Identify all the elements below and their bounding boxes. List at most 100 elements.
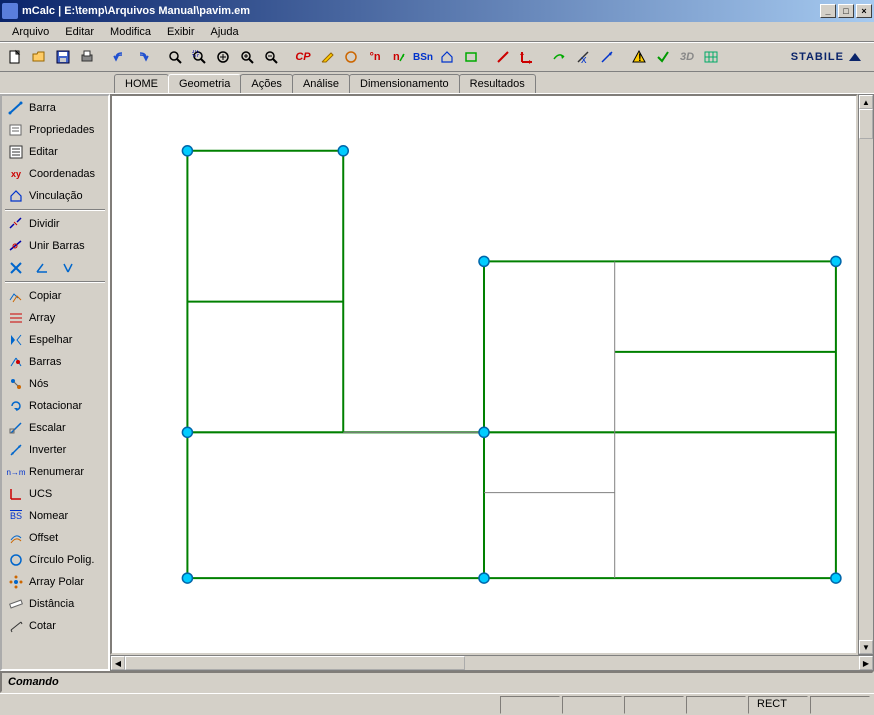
zoom-out-icon[interactable] bbox=[260, 46, 282, 68]
renumber-icon: n→m bbox=[8, 464, 24, 480]
polar-array-icon bbox=[8, 574, 24, 590]
nodes-icon bbox=[8, 376, 24, 392]
label-icon: BS bbox=[8, 508, 24, 524]
save-icon[interactable] bbox=[52, 46, 74, 68]
new-file-icon[interactable] bbox=[4, 46, 26, 68]
sidebar-item-circulo-polig[interactable]: Círculo Polig. bbox=[3, 549, 107, 571]
zoom-extents-icon[interactable] bbox=[188, 46, 210, 68]
scroll-thumb[interactable] bbox=[125, 656, 465, 670]
sidebar-item-renumerar[interactable]: n→mRenumerar bbox=[3, 461, 107, 483]
sidebar-item-cotar[interactable]: Cotar bbox=[3, 615, 107, 637]
measure-icon[interactable]: x bbox=[572, 46, 594, 68]
join-icon bbox=[8, 238, 24, 254]
status-pane bbox=[624, 696, 684, 714]
3d-icon[interactable]: 3D bbox=[676, 46, 698, 68]
menu-ajuda[interactable]: Ajuda bbox=[203, 24, 247, 40]
scroll-down-icon[interactable]: ▼ bbox=[859, 640, 873, 654]
rotate-icon bbox=[8, 398, 24, 414]
tab-geometria[interactable]: Geometria bbox=[168, 74, 241, 93]
arrow-green-icon[interactable] bbox=[548, 46, 570, 68]
sidebar-item-barra[interactable]: Barra bbox=[3, 97, 107, 119]
menu-arquivo[interactable]: Arquivo bbox=[4, 24, 57, 40]
sidebar-item-espelhar[interactable]: Espelhar bbox=[3, 329, 107, 351]
sidebar-item-unir-barras[interactable]: Unir Barras bbox=[3, 235, 107, 257]
tab-dimensionamento[interactable]: Dimensionamento bbox=[349, 74, 460, 93]
sidebar-item-vinculacao[interactable]: Vinculação bbox=[3, 185, 107, 207]
sidebar-item-coordenadas[interactable]: xyCoordenadas bbox=[3, 163, 107, 185]
status-rect[interactable]: RECT bbox=[748, 696, 808, 714]
sidebar-item-nomear[interactable]: BSNomear bbox=[3, 505, 107, 527]
properties-icon bbox=[8, 122, 24, 138]
house-icon[interactable] bbox=[436, 46, 458, 68]
x-tool-icon[interactable] bbox=[7, 259, 25, 277]
warning-icon[interactable]: ! bbox=[628, 46, 650, 68]
v-tool-icon[interactable] bbox=[59, 259, 77, 277]
sidebar-separator bbox=[5, 281, 105, 283]
zoom-window-icon[interactable] bbox=[164, 46, 186, 68]
sidebar-item-editar[interactable]: Editar bbox=[3, 141, 107, 163]
array-icon bbox=[8, 310, 24, 326]
sidebar-item-offset[interactable]: Offset bbox=[3, 527, 107, 549]
menu-exibir[interactable]: Exibir bbox=[159, 24, 203, 40]
sidebar-item-ucs[interactable]: UCS bbox=[3, 483, 107, 505]
tab-resultados[interactable]: Resultados bbox=[459, 74, 536, 93]
tab-acoes[interactable]: Ações bbox=[240, 74, 293, 93]
sidebar: Barra Propriedades Editar xyCoordenadas … bbox=[0, 94, 110, 671]
sidebar-icon-row bbox=[3, 257, 107, 279]
zoom-in-icon[interactable] bbox=[236, 46, 258, 68]
redo-icon[interactable] bbox=[132, 46, 154, 68]
minimize-button[interactable]: _ bbox=[820, 4, 836, 18]
close-button[interactable]: × bbox=[856, 4, 872, 18]
axis-red-icon[interactable] bbox=[516, 46, 538, 68]
vertical-scrollbar[interactable]: ▲ ▼ bbox=[858, 94, 874, 655]
sidebar-item-copiar[interactable]: Copiar bbox=[3, 285, 107, 307]
line-segment-icon bbox=[8, 100, 24, 116]
zoom-all-icon[interactable] bbox=[212, 46, 234, 68]
deg-n-icon[interactable]: °n bbox=[364, 46, 386, 68]
sidebar-item-nos[interactable]: Nós bbox=[3, 373, 107, 395]
scroll-right-icon[interactable]: ▶ bbox=[859, 656, 873, 670]
undo-icon[interactable] bbox=[108, 46, 130, 68]
angle-tool-icon[interactable] bbox=[33, 259, 51, 277]
arrow-blue-icon[interactable] bbox=[596, 46, 618, 68]
maximize-button[interactable]: □ bbox=[838, 4, 854, 18]
cp-button[interactable]: CP bbox=[292, 46, 314, 68]
sidebar-item-dividir[interactable]: Dividir bbox=[3, 213, 107, 235]
tab-analise[interactable]: Análise bbox=[292, 74, 350, 93]
sidebar-item-escalar[interactable]: Escalar bbox=[3, 417, 107, 439]
status-pane bbox=[562, 696, 622, 714]
line-red-icon[interactable] bbox=[492, 46, 514, 68]
sidebar-item-barras[interactable]: Barras bbox=[3, 351, 107, 373]
ruler-icon bbox=[8, 596, 24, 612]
tab-home[interactable]: HOME bbox=[114, 74, 169, 93]
rect-icon[interactable] bbox=[460, 46, 482, 68]
xy-icon: xy bbox=[8, 166, 24, 182]
n-arrow-icon[interactable]: n bbox=[388, 46, 410, 68]
status-bar: RECT bbox=[0, 693, 874, 715]
print-icon[interactable] bbox=[76, 46, 98, 68]
scroll-left-icon[interactable]: ◀ bbox=[111, 656, 125, 670]
command-line[interactable]: Comando bbox=[0, 671, 874, 693]
scroll-up-icon[interactable]: ▲ bbox=[859, 95, 873, 109]
grid-icon[interactable] bbox=[700, 46, 722, 68]
sidebar-item-distancia[interactable]: Distância bbox=[3, 593, 107, 615]
sidebar-item-array-polar[interactable]: Array Polar bbox=[3, 571, 107, 593]
menu-bar: Arquivo Editar Modifica Exibir Ajuda bbox=[0, 22, 874, 42]
sidebar-item-rotacionar[interactable]: Rotacionar bbox=[3, 395, 107, 417]
sidebar-item-propriedades[interactable]: Propriedades bbox=[3, 119, 107, 141]
circle-polygon-icon bbox=[8, 552, 24, 568]
bsn-button[interactable]: BSn bbox=[412, 46, 434, 68]
horizontal-scrollbar[interactable]: ◀ ▶ bbox=[110, 655, 874, 671]
circle-icon[interactable] bbox=[340, 46, 362, 68]
menu-editar[interactable]: Editar bbox=[57, 24, 102, 40]
open-folder-icon[interactable] bbox=[28, 46, 50, 68]
drawing-canvas[interactable] bbox=[110, 94, 858, 655]
sidebar-item-array[interactable]: Array bbox=[3, 307, 107, 329]
check-icon[interactable] bbox=[652, 46, 674, 68]
menu-modifica[interactable]: Modifica bbox=[102, 24, 159, 40]
sidebar-item-inverter[interactable]: Inverter bbox=[3, 439, 107, 461]
scroll-thumb[interactable] bbox=[859, 109, 873, 139]
pencil-icon[interactable] bbox=[316, 46, 338, 68]
scale-icon bbox=[8, 420, 24, 436]
dimension-icon bbox=[8, 618, 24, 634]
